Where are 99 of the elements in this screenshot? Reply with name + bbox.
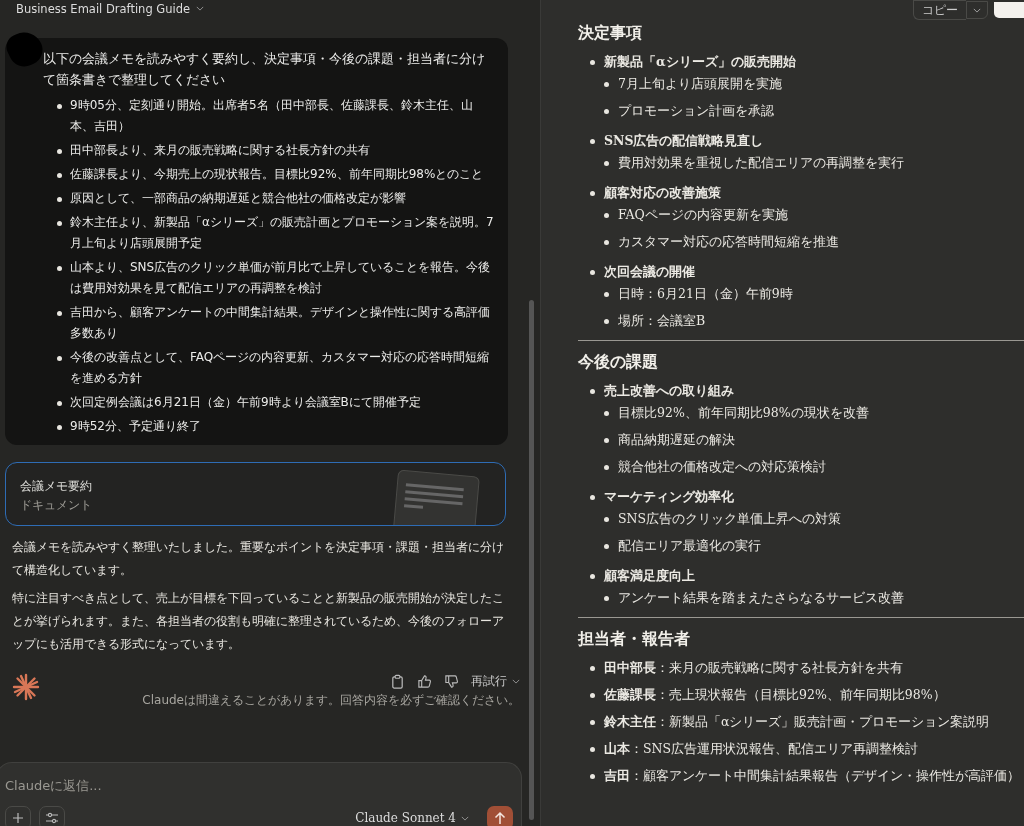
bullet-icon bbox=[604, 544, 609, 549]
list-item: SNS広告のクリック単価上昇への対策 bbox=[618, 510, 842, 528]
arrow-up-icon bbox=[494, 811, 506, 825]
list-item: 競合他社の価格改定への対応策検討 bbox=[618, 458, 826, 476]
section-heading: 担当者・報告者 bbox=[578, 628, 691, 650]
list-item: プロモーション計画を承認 bbox=[618, 102, 774, 120]
list-item: 山本：SNS広告運用状況報告、配信エリア再調整検討 bbox=[604, 740, 919, 758]
bullet-icon bbox=[590, 720, 595, 725]
list-item: 7月上旬より店頭展開を実施 bbox=[618, 75, 782, 93]
bullet-icon bbox=[57, 197, 62, 202]
list-item: 日時：6月21日（金）午前9時 bbox=[618, 285, 793, 303]
bullet-icon bbox=[590, 574, 595, 579]
section-heading: 決定事項 bbox=[578, 22, 643, 44]
bullet-icon bbox=[604, 109, 609, 114]
bullet-icon bbox=[604, 465, 609, 470]
list-item: 田中部長より、来月の販売戦略に関する社長方針の共有 bbox=[70, 142, 370, 159]
chevron-icon[interactable] bbox=[196, 6, 205, 11]
reply-input-field[interactable]: Claudeに返信... bbox=[5, 778, 513, 793]
artifact-card[interactable]: 会議メモ要約 ドキュメント bbox=[5, 462, 506, 526]
bullet-icon bbox=[604, 438, 609, 443]
list-item: 商品納期遅延の解決 bbox=[618, 431, 735, 449]
list-item: カスタマー対応の応答時間短縮を推進 bbox=[618, 233, 839, 251]
bullet-icon bbox=[57, 401, 62, 406]
bullet-icon bbox=[604, 517, 609, 522]
bullet-icon bbox=[604, 596, 609, 601]
bullet-icon bbox=[57, 311, 62, 316]
list-item: 9時05分、定刻通り開始。出席者5名（田中部長、佐藤課長、鈴木主任、山本、吉田） bbox=[70, 97, 474, 135]
list-item: 顧客対応の改善施策 bbox=[604, 184, 721, 202]
list-item: 売上改善への取り組み bbox=[604, 382, 734, 400]
list-item: 目標比92%、前年同期比98%の現状を改善 bbox=[618, 404, 869, 422]
list-item: 吉田から、顧客アンケートの中間集計結果。デザインと操作性に関する高評価多数あり bbox=[70, 304, 491, 342]
starburst-logo-icon bbox=[12, 673, 40, 701]
list-item: 新製品「αシリーズ」の販売開始 bbox=[604, 53, 796, 71]
bullet-icon bbox=[604, 161, 609, 166]
thumbs-down-icon[interactable] bbox=[444, 674, 459, 689]
clipboard-icon[interactable] bbox=[390, 674, 405, 689]
bullet-icon bbox=[590, 139, 595, 144]
bullet-icon bbox=[57, 221, 62, 226]
artifact-title: 会議メモ要約 bbox=[20, 478, 92, 495]
bullet-icon bbox=[590, 495, 595, 500]
bullet-icon bbox=[57, 266, 62, 271]
list-item: 鈴木主任より、新製品「αシリーズ」の販売計画とプロモーション案を説明。7月上旬より店頭展開予定 bbox=[70, 214, 494, 252]
chevron-icon bbox=[461, 815, 469, 821]
list-item: FAQページの内容更新を実施 bbox=[618, 206, 788, 224]
list-item: 今後の改善点として、FAQページの内容更新、カスタマー対応の応答時間短縮を進める方針 bbox=[70, 349, 491, 387]
chevron-icon bbox=[512, 679, 520, 684]
list-item: SNS広告の配信戦略見直し bbox=[604, 132, 764, 150]
send-button[interactable] bbox=[487, 806, 513, 826]
list-item: 配信エリア最適化の実行 bbox=[618, 537, 761, 555]
list-item: 顧客満足度向上 bbox=[604, 567, 695, 585]
response-paragraph: 特に注目すべき点として、売上が目標を下回っていることと新製品の販売開始が決定したことが挙げられます。また、各担当者の役割も明確に整理されているため、今後のフォローアップにも活用できる形式になっています。 bbox=[12, 590, 505, 653]
bullet-icon bbox=[604, 82, 609, 87]
section-heading: 今後の課題 bbox=[578, 351, 659, 373]
artifact-type: ドキュメント bbox=[20, 497, 92, 514]
list-item: マーケティング効率化 bbox=[604, 488, 734, 506]
bullet-icon bbox=[590, 270, 595, 275]
bullet-icon bbox=[57, 149, 62, 154]
model-selector[interactable]: Claude Sonnet 4 bbox=[355, 811, 469, 825]
bullet-icon bbox=[604, 292, 609, 297]
bullet-icon bbox=[604, 319, 609, 324]
list-item: 次回会議の開催 bbox=[604, 263, 695, 281]
bullet-icon bbox=[590, 774, 595, 779]
add-button[interactable] bbox=[5, 806, 31, 826]
bullet-icon bbox=[604, 411, 609, 416]
message-text: 以下の会議メモを読みやすく要約し、決定事項・今後の課題・担当者に分けて箇条書きで整理してください bbox=[43, 50, 486, 89]
bullet-icon bbox=[604, 240, 609, 245]
copy-button[interactable]: コピー bbox=[913, 0, 966, 20]
list-item: 佐藤課長より、今期売上の現状報告。目標比92%、前年同期比98%とのこと bbox=[70, 166, 484, 183]
bullet-icon bbox=[590, 666, 595, 671]
settings-button[interactable] bbox=[39, 806, 65, 826]
bullet-icon bbox=[57, 104, 62, 109]
list-item: 9時52分、予定通り終了 bbox=[70, 418, 201, 435]
bullet-icon bbox=[590, 191, 595, 196]
thumbs-up-icon[interactable] bbox=[417, 674, 432, 689]
list-item: 佐藤課長：売上現状報告（目標比92%、前年同期比98%） bbox=[604, 686, 946, 704]
bullet-icon bbox=[590, 389, 595, 394]
plus-icon bbox=[12, 812, 24, 824]
retry-button[interactable]: 再試行 bbox=[471, 673, 520, 690]
bullet-icon bbox=[590, 693, 595, 698]
list-item: 場所：会議室B bbox=[618, 312, 706, 330]
conversation-title[interactable]: Business Email Drafting Guide bbox=[16, 1, 191, 16]
bullet-icon bbox=[590, 747, 595, 752]
list-item: 鈴木主任：新製品「αシリーズ」販売計画・プロモーション案説明 bbox=[604, 713, 990, 731]
chevron-icon bbox=[973, 7, 981, 13]
bullet-icon bbox=[57, 356, 62, 361]
list-item: アンケート結果を踏まえたさらなるサービス改善 bbox=[618, 589, 904, 607]
disclaimer-text: Claudeは間違えることがあります。回答内容を必ずご確認ください。 bbox=[142, 692, 520, 708]
bullet-icon bbox=[57, 425, 62, 430]
list-item: 田中部長：来月の販売戦略に関する社長方針を共有 bbox=[604, 659, 903, 677]
list-item: 費用対効果を重視した配信エリアの再調整を実行 bbox=[618, 154, 904, 172]
bullet-icon bbox=[590, 60, 595, 65]
list-item: 原因として、一部商品の納期遅延と競合他社の価格改定が影響 bbox=[70, 190, 406, 207]
list-item: 山本より、SNS広告のクリック単価が前月比で上昇していることを報告。今後は費用対効果を見て配信エリアの再調整を検討 bbox=[70, 259, 492, 297]
scrollbar[interactable] bbox=[529, 300, 534, 820]
list-item: 次回定例会議は6月21日（金）午前9時より会議室Bにて開催予定 bbox=[70, 394, 421, 411]
response-paragraph: 会議メモを読みやすく整理いたしました。重要なポイントを決定事項・課題・担当者に分けて構造化しています。 bbox=[12, 539, 505, 579]
bullet-icon bbox=[57, 173, 62, 178]
bullet-icon bbox=[604, 213, 609, 218]
list-item: 吉田：顧客アンケート中間集計結果報告（デザイン・操作性が高評価） bbox=[604, 767, 1020, 785]
